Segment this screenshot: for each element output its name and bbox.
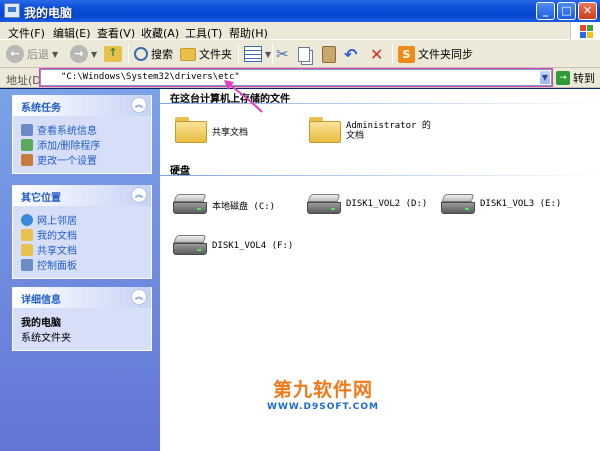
watermark-title: 第九软件网: [272, 379, 373, 401]
watermark-logo: 第九软件网 WWW.D9SOFT.COM: [258, 375, 388, 412]
watermark-url: WWW.D9SOFT.COM: [267, 402, 379, 412]
